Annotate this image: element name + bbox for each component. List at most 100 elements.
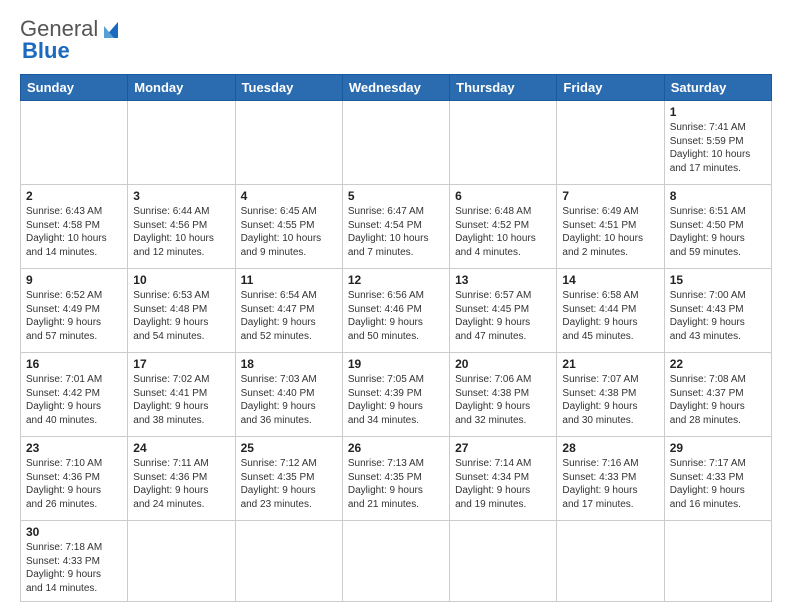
day-number: 10 [133, 273, 229, 287]
day-number: 4 [241, 189, 337, 203]
day-number: 15 [670, 273, 766, 287]
calendar-cell [664, 521, 771, 602]
calendar-cell: 22 Sunrise: 7:08 AM Sunset: 4:37 PM Dayli… [664, 353, 771, 437]
day-number: 11 [241, 273, 337, 287]
calendar-cell: 24 Sunrise: 7:11 AM Sunset: 4:36 PM Dayli… [128, 437, 235, 521]
day-info: Sunrise: 7:08 AM Sunset: 4:37 PM Dayligh… [670, 373, 766, 427]
day-number: 25 [241, 441, 337, 455]
calendar-cell: 17Sunrise: 7:02 AM Sunset: 4:41 PM Dayli… [128, 353, 235, 437]
day-number: 18 [241, 357, 337, 371]
header: General Blue [20, 16, 772, 64]
day-info: Sunrise: 6:51 AM Sunset: 4:50 PM Dayligh… [670, 205, 766, 259]
day-info: Sunrise: 7:16 AM Sunset: 4:33 PM Dayligh… [562, 457, 658, 511]
logo-triangle-icon [100, 18, 122, 40]
calendar-cell: 8 Sunrise: 6:51 AM Sunset: 4:50 PM Daylig… [664, 185, 771, 269]
week-row-3: 9 Sunrise: 6:52 AM Sunset: 4:49 PM Daylig… [21, 269, 772, 353]
day-number: 17 [133, 357, 229, 371]
day-number: 8 [670, 189, 766, 203]
weekday-header-monday: Monday [128, 75, 235, 101]
day-info: Sunrise: 6:58 AM Sunset: 4:44 PM Dayligh… [562, 289, 658, 343]
calendar-cell: 6Sunrise: 6:48 AM Sunset: 4:52 PM Daylig… [450, 185, 557, 269]
calendar-cell [557, 101, 664, 185]
day-info: Sunrise: 7:07 AM Sunset: 4:38 PM Dayligh… [562, 373, 658, 427]
calendar-cell: 7Sunrise: 6:49 AM Sunset: 4:51 PM Daylig… [557, 185, 664, 269]
week-row-1: 1 Sunrise: 7:41 AM Sunset: 5:59 PM Daylig… [21, 101, 772, 185]
calendar-cell: 23Sunrise: 7:10 AM Sunset: 4:36 PM Dayli… [21, 437, 128, 521]
day-number: 29 [670, 441, 766, 455]
day-info: Sunrise: 6:47 AM Sunset: 4:54 PM Dayligh… [348, 205, 444, 259]
calendar-cell: 14Sunrise: 6:58 AM Sunset: 4:44 PM Dayli… [557, 269, 664, 353]
day-info: Sunrise: 7:11 AM Sunset: 4:36 PM Dayligh… [133, 457, 229, 511]
day-number: 21 [562, 357, 658, 371]
week-row-5: 23Sunrise: 7:10 AM Sunset: 4:36 PM Dayli… [21, 437, 772, 521]
day-info: Sunrise: 6:43 AM Sunset: 4:58 PM Dayligh… [26, 205, 122, 259]
day-info: Sunrise: 7:14 AM Sunset: 4:34 PM Dayligh… [455, 457, 551, 511]
day-info: Sunrise: 6:57 AM Sunset: 4:45 PM Dayligh… [455, 289, 551, 343]
weekday-header-sunday: Sunday [21, 75, 128, 101]
day-number: 2 [26, 189, 122, 203]
day-number: 13 [455, 273, 551, 287]
week-row-6: 30 Sunrise: 7:18 AM Sunset: 4:33 PM Dayli… [21, 521, 772, 602]
calendar-cell: 3Sunrise: 6:44 AM Sunset: 4:56 PM Daylig… [128, 185, 235, 269]
calendar-cell: 5 Sunrise: 6:47 AM Sunset: 4:54 PM Daylig… [342, 185, 449, 269]
calendar-table: SundayMondayTuesdayWednesdayThursdayFrid… [20, 74, 772, 602]
calendar-cell [557, 521, 664, 602]
day-info: Sunrise: 6:54 AM Sunset: 4:47 PM Dayligh… [241, 289, 337, 343]
logo-blue-text: Blue [22, 38, 70, 64]
calendar-cell: 9 Sunrise: 6:52 AM Sunset: 4:49 PM Daylig… [21, 269, 128, 353]
day-info: Sunrise: 6:53 AM Sunset: 4:48 PM Dayligh… [133, 289, 229, 343]
day-number: 5 [348, 189, 444, 203]
day-number: 27 [455, 441, 551, 455]
weekday-header-friday: Friday [557, 75, 664, 101]
day-info: Sunrise: 7:18 AM Sunset: 4:33 PM Dayligh… [26, 541, 122, 595]
weekday-header-wednesday: Wednesday [342, 75, 449, 101]
calendar-cell: 29 Sunrise: 7:17 AM Sunset: 4:33 PM Dayli… [664, 437, 771, 521]
day-number: 9 [26, 273, 122, 287]
day-info: Sunrise: 6:56 AM Sunset: 4:46 PM Dayligh… [348, 289, 444, 343]
day-info: Sunrise: 7:05 AM Sunset: 4:39 PM Dayligh… [348, 373, 444, 427]
day-number: 26 [348, 441, 444, 455]
calendar-cell [450, 521, 557, 602]
calendar-cell [235, 521, 342, 602]
calendar-cell: 20Sunrise: 7:06 AM Sunset: 4:38 PM Dayli… [450, 353, 557, 437]
day-number: 1 [670, 105, 766, 119]
day-number: 22 [670, 357, 766, 371]
day-info: Sunrise: 6:52 AM Sunset: 4:49 PM Dayligh… [26, 289, 122, 343]
day-number: 20 [455, 357, 551, 371]
day-info: Sunrise: 6:49 AM Sunset: 4:51 PM Dayligh… [562, 205, 658, 259]
calendar-cell: 25 Sunrise: 7:12 AM Sunset: 4:35 PM Dayli… [235, 437, 342, 521]
day-number: 24 [133, 441, 229, 455]
calendar-cell: 26 Sunrise: 7:13 AM Sunset: 4:35 PM Dayli… [342, 437, 449, 521]
day-info: Sunrise: 7:13 AM Sunset: 4:35 PM Dayligh… [348, 457, 444, 511]
day-info: Sunrise: 7:01 AM Sunset: 4:42 PM Dayligh… [26, 373, 122, 427]
calendar-cell [342, 521, 449, 602]
calendar-cell: 10 Sunrise: 6:53 AM Sunset: 4:48 PM Dayli… [128, 269, 235, 353]
calendar-cell: 2 Sunrise: 6:43 AM Sunset: 4:58 PM Daylig… [21, 185, 128, 269]
logo: General Blue [20, 16, 122, 64]
weekday-header-saturday: Saturday [664, 75, 771, 101]
calendar-cell [450, 101, 557, 185]
weekday-header-row: SundayMondayTuesdayWednesdayThursdayFrid… [21, 75, 772, 101]
day-number: 28 [562, 441, 658, 455]
day-number: 3 [133, 189, 229, 203]
day-info: Sunrise: 7:41 AM Sunset: 5:59 PM Dayligh… [670, 121, 766, 175]
day-number: 16 [26, 357, 122, 371]
calendar-cell: 16 Sunrise: 7:01 AM Sunset: 4:42 PM Dayli… [21, 353, 128, 437]
day-number: 30 [26, 525, 122, 539]
day-info: Sunrise: 7:17 AM Sunset: 4:33 PM Dayligh… [670, 457, 766, 511]
weekday-header-tuesday: Tuesday [235, 75, 342, 101]
weekday-header-thursday: Thursday [450, 75, 557, 101]
day-info: Sunrise: 7:00 AM Sunset: 4:43 PM Dayligh… [670, 289, 766, 343]
calendar-cell: 4Sunrise: 6:45 AM Sunset: 4:55 PM Daylig… [235, 185, 342, 269]
calendar-cell: 11 Sunrise: 6:54 AM Sunset: 4:47 PM Dayli… [235, 269, 342, 353]
day-info: Sunrise: 7:12 AM Sunset: 4:35 PM Dayligh… [241, 457, 337, 511]
calendar-cell: 15 Sunrise: 7:00 AM Sunset: 4:43 PM Dayli… [664, 269, 771, 353]
calendar-cell: 30 Sunrise: 7:18 AM Sunset: 4:33 PM Dayli… [21, 521, 128, 602]
calendar-cell: 21 Sunrise: 7:07 AM Sunset: 4:38 PM Dayli… [557, 353, 664, 437]
calendar-cell [235, 101, 342, 185]
week-row-4: 16 Sunrise: 7:01 AM Sunset: 4:42 PM Dayli… [21, 353, 772, 437]
calendar-cell: 18Sunrise: 7:03 AM Sunset: 4:40 PM Dayli… [235, 353, 342, 437]
calendar-cell [342, 101, 449, 185]
day-number: 23 [26, 441, 122, 455]
week-row-2: 2 Sunrise: 6:43 AM Sunset: 4:58 PM Daylig… [21, 185, 772, 269]
